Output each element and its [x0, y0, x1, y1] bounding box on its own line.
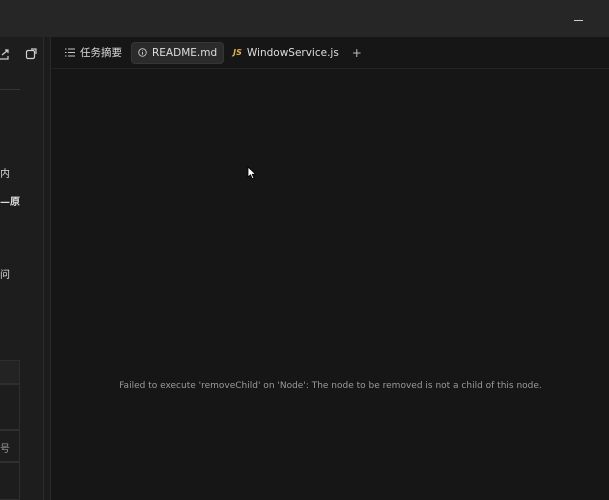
share-icon[interactable] [0, 47, 11, 61]
new-window-icon[interactable] [24, 47, 38, 61]
title-bar [0, 0, 609, 37]
error-message: Failed to execute 'removeChild' on 'Node… [119, 381, 542, 391]
sidebar-list-item[interactable] [0, 384, 20, 430]
tab-label: WindowService.js [246, 46, 339, 59]
minimize-button[interactable] [569, 13, 587, 27]
sidebar-text-fragment: 号 [0, 444, 10, 455]
sidebar-list-header [0, 360, 20, 384]
minimize-icon [573, 19, 583, 21]
editor-area: 任务摘要 README.md JS WindowService.js + Fai… [50, 37, 609, 500]
info-icon [138, 48, 147, 57]
tab-bar: 任务摘要 README.md JS WindowService.js + [51, 37, 609, 69]
tab-readme[interactable]: README.md [131, 41, 225, 64]
javascript-icon: JS [233, 48, 242, 57]
sidebar-text-fragment: —原 [0, 197, 20, 208]
tab-label: 任务摘要 [80, 47, 122, 59]
sidebar-divider [0, 89, 20, 90]
list-icon [65, 48, 75, 57]
sidebar-list-item[interactable]: 号 [0, 430, 20, 462]
sidebar-text-fragment: 内 [0, 169, 10, 180]
sidebar-list-item[interactable] [0, 462, 20, 500]
tab-label: README.md [152, 46, 218, 59]
sidebar-panel: 内 —原 问 号 [0, 37, 44, 500]
add-tab-button[interactable]: + [348, 43, 366, 63]
mouse-cursor-icon [247, 165, 257, 184]
tab-window-service[interactable]: JS WindowService.js [227, 42, 345, 64]
sidebar-text-fragment: 问 [0, 270, 10, 281]
tab-task-summary[interactable]: 任务摘要 [59, 42, 128, 64]
